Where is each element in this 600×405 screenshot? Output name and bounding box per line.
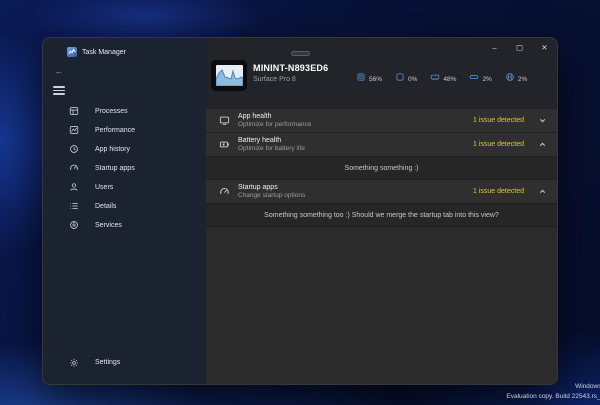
status-badge: 1 issue detected — [473, 141, 524, 148]
section-title: Battery health — [238, 137, 305, 144]
resource-stats: 56% 0% 48% — [356, 72, 540, 83]
section-subtitle: Change startup options — [238, 192, 305, 199]
health-sections: App health Optimize for performance 1 is… — [206, 109, 557, 384]
chevron-up-icon[interactable] — [538, 187, 547, 196]
hamburger-menu-button[interactable] — [53, 86, 65, 95]
device-thumbnail — [211, 60, 247, 91]
sidebar-item-services[interactable]: Services — [43, 216, 206, 235]
cpu-value: 56% — [369, 76, 382, 83]
titlebar: – ▢ ✕ — [206, 38, 557, 56]
device-header: MININT-N893ED6 Surface Pro 8 56% 0% — [206, 56, 557, 109]
sidebar-item-label: App history — [95, 146, 130, 153]
memory-stat: 48% — [430, 72, 456, 83]
app-history-icon — [69, 144, 79, 154]
sidebar-item-label: Performance — [95, 127, 135, 134]
section-title: App health — [238, 113, 311, 120]
sidebar-item-label: Details — [95, 203, 116, 210]
content-empty-area — [206, 227, 557, 384]
memory-value: 48% — [443, 76, 456, 83]
chevron-down-icon[interactable] — [538, 116, 547, 125]
startup-gauge-icon — [219, 186, 230, 197]
task-manager-app-icon — [67, 47, 77, 57]
battery-health-expanded-panel: Something something :) — [206, 157, 557, 180]
battery-icon — [219, 139, 230, 150]
disk-icon — [469, 72, 479, 82]
sidebar-item-processes[interactable]: Processes — [43, 102, 206, 121]
status-badge: 1 issue detected — [473, 117, 524, 124]
sidebar-item-label: Services — [95, 222, 122, 229]
memory-icon — [430, 72, 440, 82]
device-model: Surface Pro 8 — [253, 76, 328, 83]
services-icon — [69, 220, 79, 230]
watermark-line-2: Evaluation copy. Build 22543.rs_pre — [506, 392, 600, 402]
app-title-label: Task Manager — [82, 49, 126, 56]
processes-icon — [69, 106, 79, 116]
cpu-stat: 56% — [356, 72, 382, 83]
disk-value: 2% — [482, 76, 491, 83]
details-icon — [69, 201, 79, 211]
minimize-button[interactable]: – — [482, 38, 507, 56]
close-button[interactable]: ✕ — [532, 38, 557, 56]
performance-graph-thumbnail — [216, 65, 243, 86]
sidebar-item-details[interactable]: Details — [43, 197, 206, 216]
section-subtitle: Optimize for performance — [238, 121, 311, 128]
disk-stat: 2% — [469, 72, 491, 83]
performance-icon — [69, 125, 79, 135]
sidebar-item-performance[interactable]: Performance — [43, 121, 206, 140]
sidebar-item-startup-apps[interactable]: Startup apps — [43, 159, 206, 178]
watermark-line-1: Windows 11 — [506, 382, 600, 392]
sidebar-nav: Processes Performance App history Startu… — [43, 102, 206, 235]
section-battery-health[interactable]: Battery health Optimize for battery life… — [206, 133, 557, 157]
main-content: – ▢ ✕ MININT-N893ED6 Surface Pro 8 — [206, 38, 557, 384]
sidebar-item-label: Processes — [95, 108, 128, 115]
settings-label: Settings — [95, 359, 120, 366]
startup-apps-icon — [69, 163, 79, 173]
evaluation-watermark: Windows 11 Evaluation copy. Build 22543.… — [506, 382, 600, 402]
network-stat: 2% — [505, 72, 527, 83]
device-name: MININT-N893ED6 — [253, 63, 328, 73]
status-badge: 1 issue detected — [473, 188, 524, 195]
gear-icon — [69, 358, 79, 368]
section-app-health[interactable]: App health Optimize for performance 1 is… — [206, 109, 557, 133]
startup-apps-expanded-panel: Something something too :) Should we mer… — [206, 204, 557, 227]
sidebar-item-settings[interactable]: Settings — [43, 353, 206, 372]
network-value: 2% — [518, 76, 527, 83]
sidebar-item-label: Users — [95, 184, 113, 191]
section-subtitle: Optimize for battery life — [238, 145, 305, 152]
gpu-icon — [395, 72, 405, 82]
task-manager-window: Task Manager ← Processes Performance — [42, 37, 558, 385]
maximize-button[interactable]: ▢ — [507, 38, 532, 56]
back-button[interactable]: ← — [51, 65, 67, 77]
app-title: Task Manager — [67, 47, 206, 57]
monitor-icon — [219, 115, 230, 126]
sidebar-item-label: Startup apps — [95, 165, 135, 172]
sidebar-item-users[interactable]: Users — [43, 178, 206, 197]
cpu-icon — [356, 72, 366, 82]
gpu-stat: 0% — [395, 72, 417, 83]
gpu-value: 0% — [408, 76, 417, 83]
section-startup-apps[interactable]: Startup apps Change startup options 1 is… — [206, 180, 557, 204]
sidebar-item-app-history[interactable]: App history — [43, 140, 206, 159]
network-icon — [505, 72, 515, 82]
users-icon — [69, 182, 79, 192]
section-title: Startup apps — [238, 184, 305, 191]
chevron-up-icon[interactable] — [538, 140, 547, 149]
sidebar: Task Manager ← Processes Performance — [43, 38, 206, 384]
